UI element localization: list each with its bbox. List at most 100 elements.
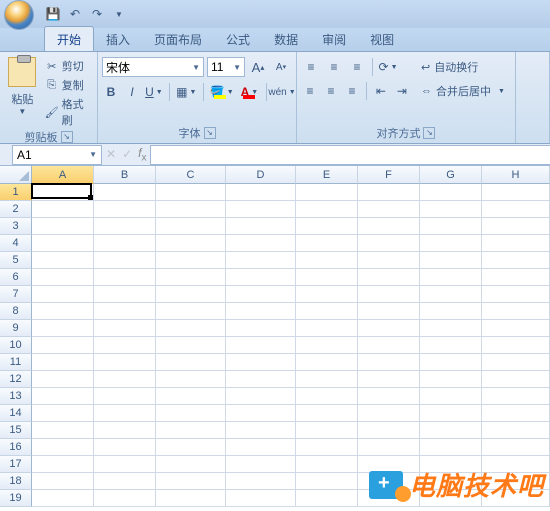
- cell[interactable]: [226, 201, 296, 218]
- select-all-button[interactable]: [0, 166, 32, 184]
- enter-icon[interactable]: ✓: [122, 147, 132, 161]
- tab-审阅[interactable]: 审阅: [310, 27, 358, 51]
- cell[interactable]: [482, 269, 550, 286]
- cell[interactable]: [94, 269, 156, 286]
- cell[interactable]: [420, 320, 482, 337]
- cell[interactable]: [296, 422, 358, 439]
- cell[interactable]: [94, 286, 156, 303]
- cell[interactable]: [420, 303, 482, 320]
- cell[interactable]: [296, 269, 358, 286]
- cell[interactable]: [156, 252, 226, 269]
- align-top-button[interactable]: ≡: [301, 57, 321, 77]
- cell[interactable]: [156, 490, 226, 507]
- row-header[interactable]: 19: [0, 490, 32, 507]
- align-middle-button[interactable]: ≡: [324, 57, 344, 77]
- cell[interactable]: [226, 286, 296, 303]
- cell[interactable]: [482, 337, 550, 354]
- cell[interactable]: [226, 354, 296, 371]
- cell[interactable]: [94, 184, 156, 201]
- cell[interactable]: [358, 303, 420, 320]
- cell[interactable]: [358, 388, 420, 405]
- cell[interactable]: [296, 388, 358, 405]
- cell[interactable]: [358, 354, 420, 371]
- font-size-combo[interactable]: 11▼: [207, 57, 245, 77]
- save-icon[interactable]: 💾: [44, 5, 62, 23]
- cell[interactable]: [226, 371, 296, 388]
- cell[interactable]: [358, 235, 420, 252]
- cell[interactable]: [226, 235, 296, 252]
- cell[interactable]: [296, 337, 358, 354]
- cell[interactable]: [420, 218, 482, 235]
- cell[interactable]: [420, 337, 482, 354]
- paste-button[interactable]: 粘贴 ▼: [4, 55, 41, 128]
- cell[interactable]: [156, 201, 226, 218]
- row-header[interactable]: 4: [0, 235, 32, 252]
- cell[interactable]: [32, 218, 94, 235]
- cell[interactable]: [296, 354, 358, 371]
- cell[interactable]: [358, 405, 420, 422]
- cell[interactable]: [420, 388, 482, 405]
- cell[interactable]: [296, 473, 358, 490]
- column-header[interactable]: G: [420, 166, 482, 184]
- cell[interactable]: [482, 235, 550, 252]
- row-header[interactable]: 11: [0, 354, 32, 371]
- column-header[interactable]: E: [296, 166, 358, 184]
- row-header[interactable]: 8: [0, 303, 32, 320]
- cell[interactable]: [420, 235, 482, 252]
- cell[interactable]: [226, 490, 296, 507]
- column-header[interactable]: F: [358, 166, 420, 184]
- column-header[interactable]: C: [156, 166, 226, 184]
- row-header[interactable]: 12: [0, 371, 32, 388]
- row-header[interactable]: 17: [0, 456, 32, 473]
- cell[interactable]: [94, 456, 156, 473]
- cell[interactable]: [226, 320, 296, 337]
- cell[interactable]: [32, 320, 94, 337]
- cell[interactable]: [32, 473, 94, 490]
- cell[interactable]: [156, 439, 226, 456]
- column-header[interactable]: H: [482, 166, 550, 184]
- dialog-launcher-icon[interactable]: ↘: [61, 131, 73, 143]
- tab-视图[interactable]: 视图: [358, 27, 406, 51]
- align-center-button[interactable]: ≡: [322, 81, 340, 101]
- cell[interactable]: [156, 320, 226, 337]
- cell[interactable]: [482, 252, 550, 269]
- cell[interactable]: [482, 422, 550, 439]
- cell[interactable]: [226, 388, 296, 405]
- cell[interactable]: [94, 218, 156, 235]
- cell[interactable]: [420, 422, 482, 439]
- cut-button[interactable]: ✂剪切: [45, 58, 93, 74]
- increase-indent-button[interactable]: ⇥: [393, 81, 411, 101]
- cell[interactable]: [358, 201, 420, 218]
- qat-customize-icon[interactable]: ▼: [110, 5, 128, 23]
- cell[interactable]: [296, 235, 358, 252]
- row-header[interactable]: 7: [0, 286, 32, 303]
- copy-button[interactable]: ⎘复制: [45, 77, 93, 93]
- cell[interactable]: [32, 252, 94, 269]
- row-header[interactable]: 2: [0, 201, 32, 218]
- tab-页面布局[interactable]: 页面布局: [142, 27, 214, 51]
- row-header[interactable]: 5: [0, 252, 32, 269]
- fill-color-button[interactable]: 🪣▼: [209, 82, 235, 102]
- border-button[interactable]: ▦▼: [175, 82, 198, 102]
- cell[interactable]: [156, 184, 226, 201]
- row-header[interactable]: 10: [0, 337, 32, 354]
- decrease-font-button[interactable]: A▾: [271, 57, 291, 77]
- cell[interactable]: [296, 286, 358, 303]
- cell[interactable]: [32, 303, 94, 320]
- wrap-text-button[interactable]: ↩自动换行: [415, 57, 511, 77]
- cell[interactable]: [226, 473, 296, 490]
- align-bottom-button[interactable]: ≡: [347, 57, 367, 77]
- tab-数据[interactable]: 数据: [262, 27, 310, 51]
- row-header[interactable]: 18: [0, 473, 32, 490]
- cell[interactable]: [156, 456, 226, 473]
- cell[interactable]: [420, 439, 482, 456]
- cell[interactable]: [32, 422, 94, 439]
- increase-font-button[interactable]: A▴: [248, 57, 268, 77]
- cell[interactable]: [94, 422, 156, 439]
- cell[interactable]: [358, 184, 420, 201]
- cell[interactable]: [32, 388, 94, 405]
- column-header[interactable]: B: [94, 166, 156, 184]
- cell[interactable]: [32, 405, 94, 422]
- cell[interactable]: [482, 184, 550, 201]
- cell[interactable]: [94, 490, 156, 507]
